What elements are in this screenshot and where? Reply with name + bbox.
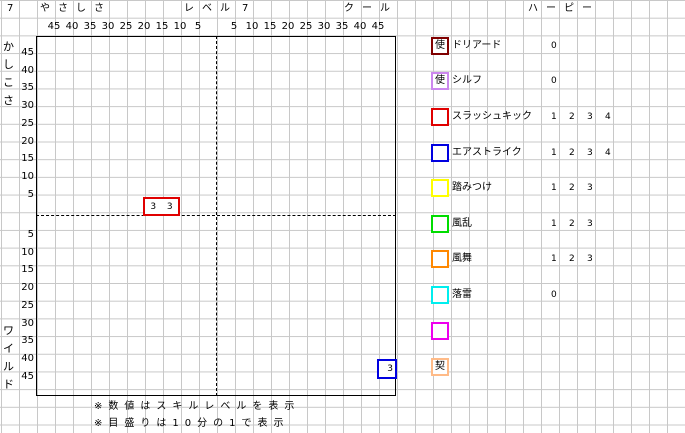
legend-level: 4: [605, 148, 611, 158]
y-tick-label: 35: [21, 82, 34, 94]
marker-value: 3: [166, 201, 173, 212]
y-tick-label: 40: [21, 352, 34, 364]
legend-label: スラッシュキック: [452, 111, 532, 122]
x-tick-label: 10: [173, 21, 187, 32]
x-tick-label: 20: [137, 21, 151, 32]
y-label-bottom: ワイルド: [3, 322, 14, 394]
legend-label: 風乱: [452, 218, 472, 229]
legend-level: 2: [569, 183, 575, 193]
y-label-char: ル: [3, 360, 14, 373]
legend-label: 風舞: [452, 253, 472, 264]
x-tick-label: 25: [299, 21, 313, 32]
y-label-char: か: [3, 40, 14, 53]
x-tick-label: 40: [353, 21, 367, 32]
marker-slash-kick: 3 3: [143, 197, 180, 216]
y-tick-label: 45: [21, 47, 34, 58]
legend-level: 1: [551, 219, 557, 229]
level-label: レベル: [184, 3, 238, 14]
legend-level: 3: [587, 148, 593, 158]
y-label-char: さ: [3, 94, 14, 107]
easy-label: やさしさ: [40, 3, 112, 14]
x-tick-label: 40: [65, 21, 79, 32]
legend-swatch: 使: [431, 72, 449, 90]
x-tick-label: 15: [263, 21, 277, 32]
y-tick-label: 15: [21, 264, 34, 276]
legend-level: 2: [569, 254, 575, 264]
level-left-number: 7: [7, 3, 14, 14]
y-tick-label: 30: [21, 100, 34, 112]
y-tick-label: 25: [21, 299, 34, 311]
x-tick-label: 30: [101, 21, 115, 32]
y-label-char: ワ: [3, 324, 14, 337]
legend-level: 1: [551, 148, 557, 158]
x-tick-label: 10: [245, 21, 259, 32]
y-label-char: し: [3, 58, 14, 71]
legend-swatch: [431, 286, 449, 304]
legend-swatch: [431, 144, 449, 162]
y-tick-label: 10: [21, 170, 34, 182]
y-label-char: イ: [3, 342, 14, 355]
x-tick-label: 5: [230, 21, 238, 32]
legend-level: 1: [551, 112, 557, 122]
legend-swatch: [431, 179, 449, 197]
cool-label: クール: [344, 3, 398, 14]
legend-level: 3: [587, 219, 593, 229]
y-label-char: ド: [3, 378, 14, 391]
x-tick-label: 5: [194, 21, 202, 32]
legend-level: 3: [587, 254, 593, 264]
x-tick-label: 15: [155, 21, 169, 32]
legend-label: ドリアード: [452, 40, 502, 51]
legend-level: 2: [569, 148, 575, 158]
y-tick-label: 5: [27, 229, 34, 240]
legend-level: 1: [551, 183, 557, 193]
legend-level: 0: [551, 41, 557, 51]
y-label-top: かしこさ: [3, 38, 14, 110]
y-tick-label: 5: [27, 188, 34, 200]
y-tick-label: 15: [21, 153, 34, 165]
y-tick-label: 20: [21, 282, 34, 294]
legend-label: 落雷: [452, 289, 472, 300]
legend-swatch: 契: [431, 358, 449, 376]
note-skill-level: ※数値はスキルレベルを表示: [94, 401, 301, 412]
legend-label: 踏みつけ: [452, 182, 492, 193]
legend-level: 2: [569, 219, 575, 229]
legend-level: 0: [551, 76, 557, 86]
y-tick-label: 10: [21, 246, 34, 258]
x-tick-label: 35: [335, 21, 349, 32]
x-tick-label: 30: [317, 21, 331, 32]
legend-level: 4: [605, 112, 611, 122]
legend-level: 3: [587, 112, 593, 122]
marker-air-strike: 3: [377, 359, 397, 379]
legend-level: 0: [551, 290, 557, 300]
x-tick-label: 25: [119, 21, 133, 32]
y-tick-label: 45: [21, 370, 34, 382]
y-tick-label: 35: [21, 335, 34, 347]
legend-swatch: [431, 108, 449, 126]
y-tick-label: 20: [21, 135, 34, 147]
y-tick-label: 40: [21, 64, 34, 76]
legend-swatch: [431, 322, 449, 340]
legend-label: エアストライク: [452, 147, 522, 158]
vertical-center-line: [216, 36, 217, 396]
legend-level: 2: [569, 112, 575, 122]
horizontal-center-line: [36, 215, 396, 216]
y-label-char: こ: [3, 76, 14, 89]
note-scale: ※目盛りは10分の1で表示: [94, 418, 290, 429]
x-tick-label: 45: [47, 21, 61, 32]
legend-swatch: [431, 215, 449, 233]
x-tick-label: 20: [281, 21, 295, 32]
marker-value: 3: [387, 364, 393, 374]
y-tick-label: 30: [21, 317, 34, 329]
level-right-number: 7: [242, 3, 249, 14]
x-tick-label: 45: [371, 21, 385, 32]
legend-level: 1: [551, 254, 557, 264]
marker-value: 3: [150, 201, 157, 212]
y-tick-label: 25: [21, 117, 34, 129]
legend-swatch: 使: [431, 37, 449, 55]
harpy-label: ハーピー: [528, 3, 600, 14]
x-tick-label: 35: [83, 21, 97, 32]
legend-level: 3: [587, 183, 593, 193]
legend-swatch: [431, 250, 449, 268]
legend-label: シルフ: [452, 75, 482, 86]
